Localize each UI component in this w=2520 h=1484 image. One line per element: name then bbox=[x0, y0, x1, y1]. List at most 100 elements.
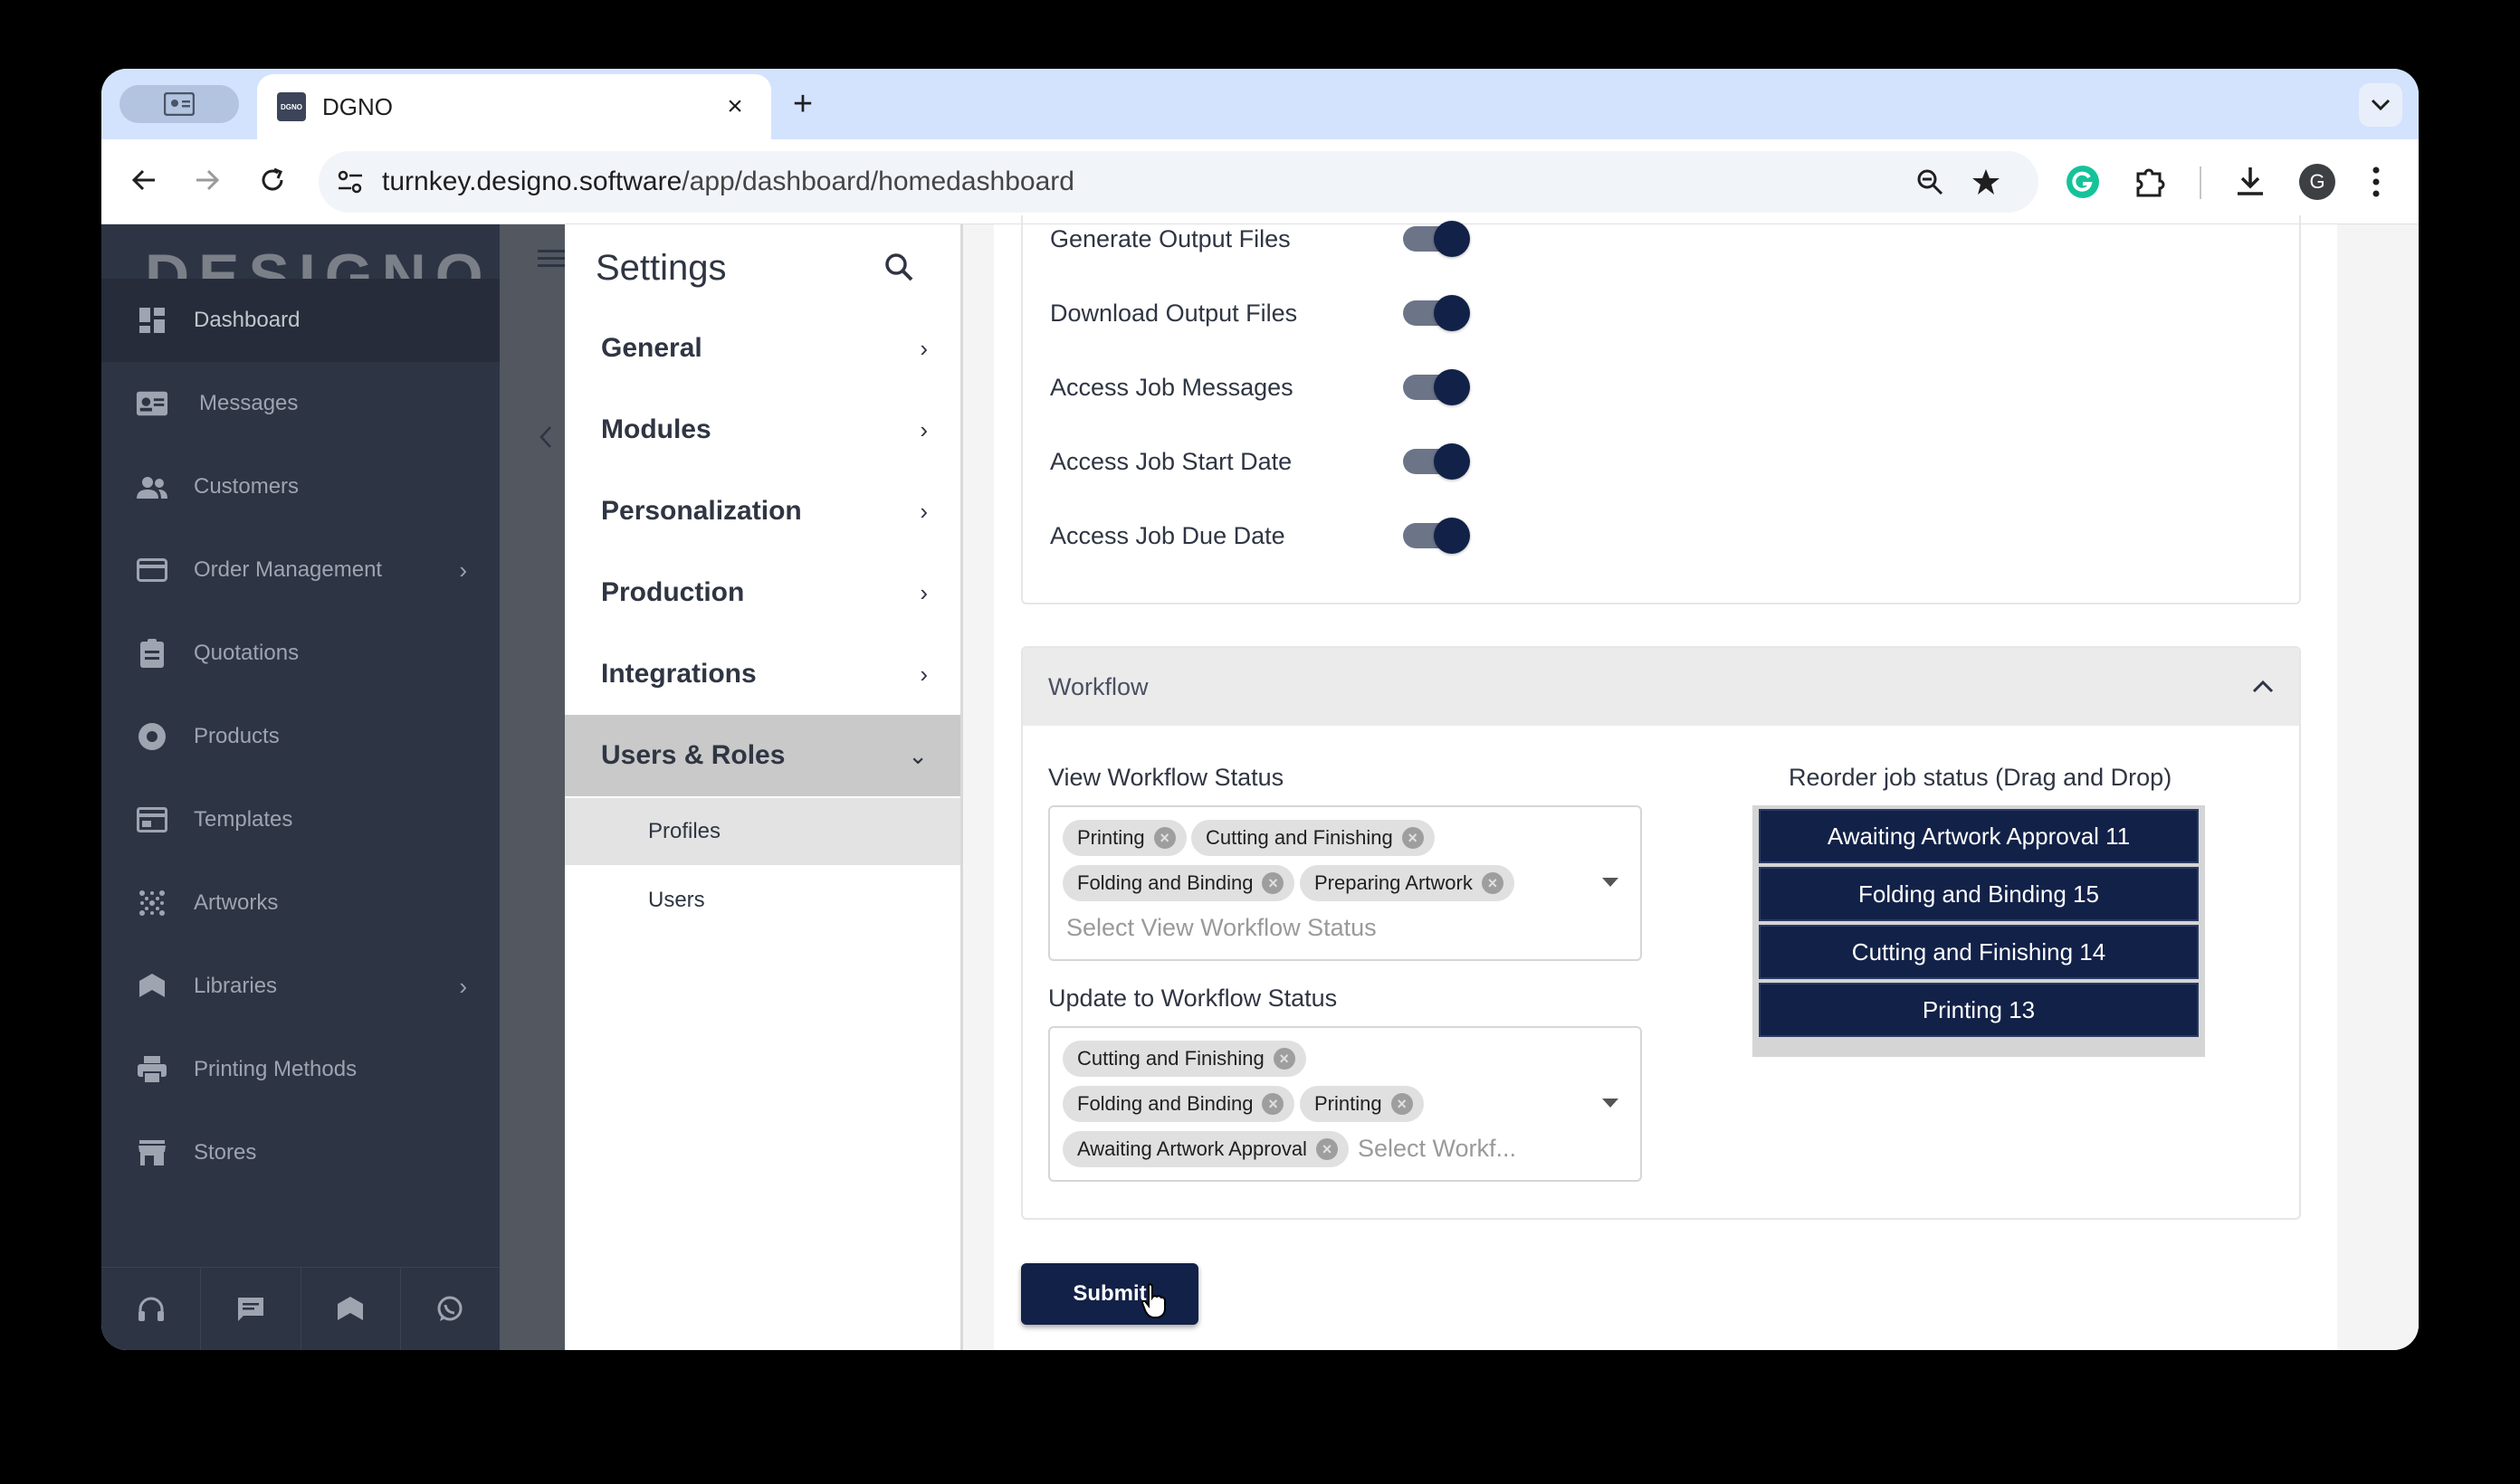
whatsapp-icon bbox=[437, 1296, 463, 1321]
reorder-item[interactable]: Folding and Binding 15 bbox=[1759, 867, 2199, 921]
chip-label: Folding and Binding bbox=[1077, 1092, 1254, 1115]
chip-remove-icon[interactable]: × bbox=[1481, 872, 1503, 894]
knowledge-base-button[interactable] bbox=[301, 1268, 401, 1350]
back-arrow-icon bbox=[131, 169, 155, 191]
reorder-item[interactable]: Cutting and Finishing 14 bbox=[1759, 925, 2199, 979]
settings-menu-users-roles[interactable]: Users & Roles ⌄ bbox=[565, 715, 960, 796]
settings-submenu-users[interactable]: Users bbox=[565, 867, 960, 934]
sidebar-item-order-management[interactable]: Order Management › bbox=[101, 528, 500, 612]
profile-switcher[interactable] bbox=[119, 85, 239, 123]
settings-menu-modules[interactable]: Modules › bbox=[565, 389, 960, 471]
app-area: DESIGNO Dashboard Messages Customers Ord… bbox=[101, 215, 2419, 1350]
site-settings-icon[interactable] bbox=[337, 169, 364, 195]
overlay-backdrop[interactable] bbox=[500, 224, 565, 1350]
tab-title: DGNO bbox=[322, 92, 393, 120]
back-button[interactable] bbox=[121, 157, 167, 203]
sidebar-item-libraries[interactable]: Libraries › bbox=[101, 945, 500, 1028]
settings-menu-integrations[interactable]: Integrations › bbox=[565, 633, 960, 715]
settings-menu-production[interactable]: Production › bbox=[565, 552, 960, 633]
address-bar[interactable]: turnkey.designo.software/app/dashboard/h… bbox=[319, 151, 2038, 213]
permission-toggle[interactable] bbox=[1403, 443, 1470, 480]
chip-label: Folding and Binding bbox=[1077, 871, 1254, 894]
update-workflow-select[interactable]: Cutting and Finishing × Folding and Bindi… bbox=[1048, 1026, 1642, 1182]
update-workflow-placeholder: Select Workf... bbox=[1358, 1135, 1517, 1162]
profile-avatar[interactable]: G bbox=[2299, 164, 2335, 200]
dropdown-caret-icon[interactable] bbox=[1602, 878, 1618, 887]
chip-remove-icon[interactable]: × bbox=[1273, 1048, 1295, 1070]
kebab-menu-icon[interactable] bbox=[2370, 165, 2382, 199]
sidebar-item-quotations[interactable]: Quotations bbox=[101, 612, 500, 695]
chevron-right-icon: › bbox=[920, 415, 928, 443]
chip-label: Printing bbox=[1077, 826, 1145, 849]
submit-button[interactable]: Submit bbox=[1021, 1263, 1198, 1325]
chip-remove-icon[interactable]: × bbox=[1390, 1093, 1413, 1115]
sidebar-footer bbox=[101, 1267, 500, 1350]
chip: Cutting and Finishing × bbox=[1191, 820, 1435, 856]
whatsapp-button[interactable] bbox=[401, 1268, 500, 1350]
chip-label: Printing bbox=[1314, 1092, 1382, 1115]
reorder-item[interactable]: Printing 13 bbox=[1759, 983, 2199, 1037]
permission-toggle[interactable] bbox=[1403, 221, 1470, 257]
sidebar-item-stores[interactable]: Stores bbox=[101, 1111, 500, 1194]
sidebar-item-artworks[interactable]: Artworks bbox=[101, 861, 500, 945]
close-tab-icon[interactable]: × bbox=[719, 91, 751, 122]
permission-toggle[interactable] bbox=[1403, 518, 1470, 554]
sidebar-item-dashboard[interactable]: Dashboard bbox=[101, 279, 500, 362]
settings-menu-personalization[interactable]: Personalization › bbox=[565, 471, 960, 552]
browser-tab[interactable]: DGNO DGNO × bbox=[257, 74, 771, 139]
reload-button[interactable] bbox=[250, 157, 295, 203]
chevron-down-icon bbox=[2371, 99, 2391, 111]
forward-button[interactable] bbox=[185, 157, 230, 203]
sidebar-item-products[interactable]: Products bbox=[101, 695, 500, 778]
grammarly-icon[interactable] bbox=[2066, 165, 2100, 199]
chevron-right-icon: › bbox=[920, 578, 928, 606]
view-workflow-select[interactable]: Printing × Cutting and Finishing × Folding… bbox=[1048, 805, 1642, 961]
chip-remove-icon[interactable]: × bbox=[1262, 872, 1284, 894]
permission-label: Access Job Start Date bbox=[1050, 447, 1293, 475]
menu-label: General bbox=[601, 333, 702, 363]
reorder-item[interactable]: Awaiting Artwork Approval 11 bbox=[1759, 809, 2199, 863]
settings-submenu-profiles[interactable]: Profiles bbox=[565, 798, 960, 865]
permission-toggle[interactable] bbox=[1403, 295, 1470, 331]
dropdown-caret-icon[interactable] bbox=[1602, 1099, 1618, 1108]
workflow-header[interactable]: Workflow bbox=[1023, 648, 2299, 726]
reorder-list: Awaiting Artwork Approval 11 Folding and… bbox=[1752, 805, 2205, 1057]
url-text: turnkey.designo.software/app/dashboard/h… bbox=[382, 151, 1074, 213]
menu-label: Personalization bbox=[601, 496, 802, 526]
chip-remove-icon[interactable]: × bbox=[1153, 827, 1176, 849]
chip-remove-icon[interactable]: × bbox=[1401, 827, 1424, 849]
dashboard-icon bbox=[136, 304, 168, 337]
sidebar-item-messages[interactable]: Messages bbox=[101, 362, 500, 445]
chip-remove-icon[interactable]: × bbox=[1262, 1093, 1284, 1115]
search-icon[interactable] bbox=[883, 252, 914, 282]
sidebar-item-label: Messages bbox=[199, 391, 299, 415]
support-button[interactable] bbox=[101, 1268, 202, 1350]
sidebar-item-templates[interactable]: Templates bbox=[101, 778, 500, 861]
new-tab-icon[interactable]: + bbox=[782, 83, 824, 125]
chip: Folding and Binding × bbox=[1063, 865, 1295, 901]
permission-toggle[interactable] bbox=[1403, 369, 1470, 405]
sidebar-item-printing-methods[interactable]: Printing Methods bbox=[101, 1028, 500, 1111]
sidebar-item-label: Stores bbox=[194, 1140, 257, 1165]
update-workflow-label: Update to Workflow Status bbox=[1048, 985, 1338, 1012]
chip-remove-icon[interactable]: × bbox=[1315, 1138, 1338, 1160]
bookmark-star-icon[interactable] bbox=[1971, 167, 2000, 196]
sidebar-item-label: Quotations bbox=[194, 641, 300, 665]
headset-icon bbox=[138, 1297, 164, 1321]
products-icon bbox=[136, 720, 168, 753]
download-icon[interactable] bbox=[2234, 165, 2267, 197]
settings-menu-general[interactable]: General › bbox=[565, 308, 960, 389]
libraries-icon bbox=[136, 970, 168, 1003]
reorder-label: Reorder job status (Drag and Drop) bbox=[1789, 764, 2172, 791]
tab-search-button[interactable] bbox=[2359, 83, 2402, 127]
chip-label: Preparing Artwork bbox=[1314, 871, 1473, 894]
permission-label: Access Job Due Date bbox=[1050, 521, 1285, 549]
menu-label: Integrations bbox=[601, 659, 757, 689]
book-icon bbox=[338, 1296, 364, 1320]
chat-button[interactable] bbox=[201, 1268, 301, 1350]
zoom-icon[interactable] bbox=[1915, 167, 1944, 196]
favicon: DGNO bbox=[277, 92, 306, 121]
sidebar-item-customers[interactable]: Customers bbox=[101, 445, 500, 528]
extensions-icon[interactable] bbox=[2133, 165, 2167, 199]
printer-icon bbox=[136, 1053, 168, 1086]
